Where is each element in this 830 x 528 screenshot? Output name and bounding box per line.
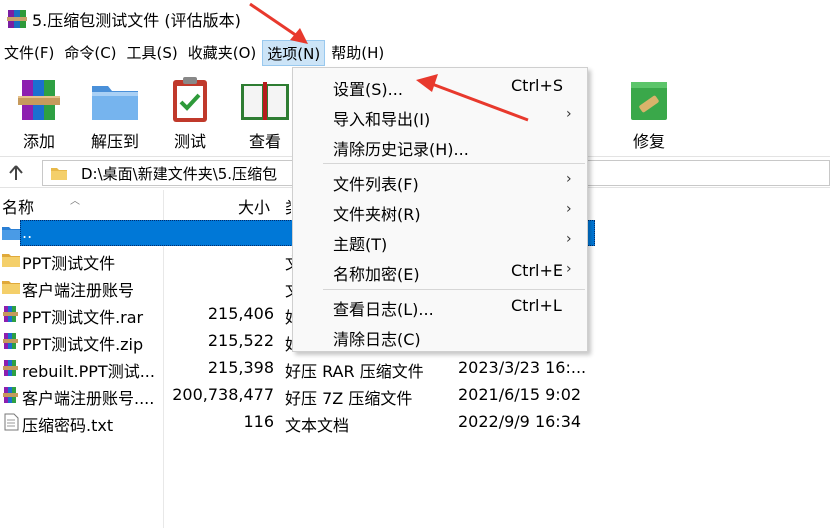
menu-separator — [323, 289, 585, 290]
menu-item-clear-history[interactable]: 清除历史记录(H)... — [293, 131, 587, 161]
menu-item-folder-tree[interactable]: 文件夹树(R) › — [293, 196, 587, 226]
folder-extract-icon — [92, 86, 138, 120]
extract-to-button[interactable]: 解压到 — [82, 76, 148, 152]
file-type: 好压 7Z 压缩文件 — [285, 389, 413, 408]
chevron-right-icon: › — [566, 106, 572, 122]
repair-button[interactable]: 修复 — [616, 76, 682, 152]
folder-up-icon — [2, 227, 20, 240]
folder-icon — [2, 281, 20, 294]
menu-item-file-list[interactable]: 文件列表(F) › — [293, 166, 587, 196]
menu-item-label: 名称加密(E) — [333, 265, 420, 284]
file-row[interactable]: 客户端注册账号.... 200,738,477 好压 7Z 压缩文件 2021/… — [0, 382, 830, 408]
test-button[interactable]: 测试 — [157, 76, 223, 152]
file-name: PPT测试文件.zip — [22, 335, 144, 354]
rar-books-icon — [18, 80, 60, 120]
window-title: 5.压缩包测试文件 (评估版本) — [32, 11, 241, 30]
menu-item-label: 导入和导出(I) — [333, 110, 431, 129]
file-name: PPT测试文件 — [22, 254, 116, 273]
menu-item-label: 文件夹树(R) — [333, 205, 421, 224]
shortcut-label: Ctrl+S — [511, 76, 564, 95]
menu-item-settings[interactable]: 设置(S)... Ctrl+S — [293, 71, 587, 101]
sort-ascending-icon: ︿ — [70, 196, 80, 207]
shortcut-label: Ctrl+L — [511, 296, 562, 315]
add-button[interactable]: 添加 — [6, 76, 72, 152]
chevron-right-icon: › — [566, 231, 572, 247]
menu-item-label: 主题(T) — [333, 235, 388, 254]
menu-options[interactable]: 选项(N) — [262, 40, 326, 66]
menu-item-import-export[interactable]: 导入和导出(I) › — [293, 101, 587, 131]
arrow-up-icon[interactable] — [6, 163, 26, 183]
folder-icon — [2, 254, 20, 267]
rar-archive-icon — [3, 387, 18, 403]
file-name: 客户端注册账号 — [22, 281, 135, 300]
menu-commands[interactable]: 命令(C) — [60, 40, 120, 66]
menu-help[interactable]: 帮助(H) — [327, 40, 388, 66]
file-modified: 2023/3/23 16:... — [458, 358, 587, 377]
menu-bar: 文件(F) 命令(C) 工具(S) 收藏夹(O) 选项(N) 帮助(H) — [0, 40, 390, 66]
menu-tools[interactable]: 工具(S) — [123, 40, 182, 66]
file-modified: 2021/6/15 9:02 — [458, 385, 582, 404]
file-size: 215,406 — [207, 304, 274, 323]
first-aid-kit-icon — [631, 82, 667, 120]
menu-file[interactable]: 文件(F) — [0, 40, 58, 66]
shortcut-label: Ctrl+E — [511, 261, 563, 280]
file-name: .. — [22, 223, 33, 242]
menu-item-label: 清除历史记录(H)... — [333, 140, 469, 159]
menu-item-label: 查看日志(L)... — [333, 300, 434, 319]
rar-archive-icon — [3, 360, 18, 376]
view-button[interactable]: 查看 — [232, 76, 298, 152]
file-size: 200,738,477 — [172, 385, 274, 404]
text-file-icon — [4, 413, 19, 431]
menu-item-clear-log[interactable]: 清除日志(C) — [293, 321, 587, 351]
file-type: 文本文档 — [285, 416, 350, 435]
rar-archive-icon — [3, 333, 18, 349]
col-name[interactable]: 名称 — [2, 194, 34, 218]
file-size: 215,522 — [207, 331, 274, 350]
folder-icon — [51, 168, 67, 180]
options-dropdown-menu: 设置(S)... Ctrl+S 导入和导出(I) › 清除历史记录(H)... … — [292, 67, 588, 352]
rar-archive-icon — [3, 306, 18, 322]
col-size[interactable]: 大小 — [238, 194, 270, 218]
clipboard-check-icon — [173, 77, 207, 122]
file-size: 215,398 — [207, 358, 274, 377]
view-label: 查看 — [248, 132, 281, 151]
file-row[interactable]: 压缩密码.txt 116 文本文档 2022/9/9 16:34 — [0, 409, 830, 435]
add-label: 添加 — [22, 132, 55, 151]
test-label: 测试 — [173, 132, 206, 151]
winrar-app-icon — [7, 10, 27, 28]
menu-item-view-log[interactable]: 查看日志(L)... Ctrl+L — [293, 291, 587, 321]
menu-favorites[interactable]: 收藏夹(O) — [184, 40, 261, 66]
address-path: D:\桌面\新建文件夹\5.压缩包 — [81, 164, 278, 183]
file-row[interactable]: rebuilt.PPT测试... 215,398 好压 RAR 压缩文件 202… — [0, 355, 830, 381]
chevron-right-icon: › — [566, 201, 572, 217]
menu-item-name-encryption[interactable]: 名称加密(E) Ctrl+E › — [293, 256, 587, 286]
file-modified: 2022/9/9 16:34 — [458, 412, 582, 431]
menu-item-label: 文件列表(F) — [333, 175, 419, 194]
file-name: rebuilt.PPT测试... — [22, 362, 155, 381]
menu-item-label: 清除日志(C) — [333, 330, 421, 349]
title-bar: 5.压缩包测试文件 (评估版本) — [0, 0, 830, 38]
menu-item-theme[interactable]: 主题(T) › — [293, 226, 587, 256]
file-type: 好压 RAR 压缩文件 — [285, 362, 424, 381]
chevron-right-icon: › — [566, 261, 572, 277]
open-book-icon — [241, 82, 289, 120]
file-name: 客户端注册账号.... — [22, 389, 155, 408]
repair-label: 修复 — [632, 132, 665, 151]
extract-to-label: 解压到 — [90, 132, 139, 151]
file-name: 压缩密码.txt — [22, 416, 114, 435]
menu-separator — [323, 163, 585, 164]
file-size: 116 — [243, 412, 274, 431]
file-name: PPT测试文件.rar — [22, 308, 144, 327]
chevron-right-icon: › — [566, 171, 572, 187]
menu-item-label: 设置(S)... — [333, 80, 403, 99]
